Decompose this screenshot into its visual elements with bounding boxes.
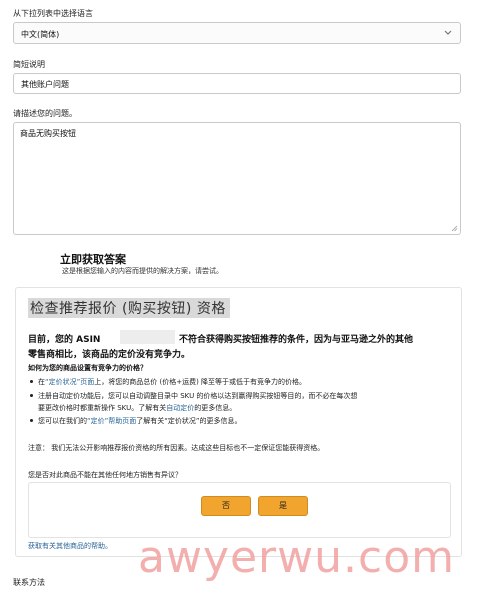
pricing-status-link[interactable]: “定价状况”页面 — [45, 378, 94, 386]
bullet-1-post: 上，将您的商品总价 (价格+运费) 降至等于或低于有竞争力的价格。 — [94, 378, 307, 386]
bullet-text-1: 在“定价状况”页面上，将您的商品总价 (价格+运费) 降至等于或低于有竞争力的价… — [38, 377, 306, 387]
other-products-help-link[interactable]: 获取有关其他商品的帮助。 — [28, 541, 112, 551]
card-text-ineligible: 不符合获得购买按钮推荐的条件，因为与亚马逊之外的其他 — [179, 335, 414, 345]
bullet — [30, 419, 33, 422]
summary-input[interactable]: 其他账户问题 — [13, 73, 461, 94]
card-question-pricing: 如何为您的商品设置有竞争力的价格？ — [28, 364, 147, 372]
no-button[interactable]: 否 — [201, 496, 251, 516]
language-select-value: 中文(简体) — [21, 30, 60, 39]
card-text-reason: 零售商相比，该商品的定价没有竞争力。 — [28, 350, 191, 360]
chevron-down-icon — [444, 30, 452, 35]
instant-answer-subtitle: 这是根据您输入的内容而提供的解决方案，请尝试。 — [62, 267, 223, 275]
bullet — [30, 380, 33, 383]
instant-answer-title: 立即获取答案 — [60, 253, 126, 266]
language-label: 从下拉列表中选择语言 — [13, 9, 93, 18]
describe-textarea[interactable]: 商品无购买按钮 — [13, 122, 461, 235]
describe-textarea-value: 商品无购买按钮 — [20, 129, 76, 138]
summary-label: 简短说明 — [13, 60, 45, 69]
bullet-2-post: 的更多信息。 — [194, 404, 237, 412]
asin-redacted — [120, 330, 175, 344]
auto-pricing-link[interactable]: 自动定价 — [166, 404, 194, 412]
bullet-3-post: 了解有关“定价状况”的更多信息。 — [136, 417, 242, 425]
card-text-asin: 目前，您的 ASIN — [28, 335, 101, 345]
bullet-text-2-line2: 要更改价格时都重新操作 SKU。了解有关自动定价的更多信息。 — [38, 403, 236, 413]
bullet — [30, 394, 33, 397]
watermark-text: awyerwu.com — [138, 532, 455, 583]
card-note: 注意： 我们无法公开影响推荐报价资格的所有因素。达成这些目标也不一定保证您能获得… — [28, 444, 325, 452]
bullet-text-3: 您可以在我们的“定价”帮助页面了解有关“定价状况”的更多信息。 — [38, 416, 242, 426]
summary-input-value: 其他账户问题 — [21, 80, 69, 89]
bullet-1-pre: 在 — [38, 378, 45, 386]
bullet-3-pre: 您可以在我们的 — [38, 417, 87, 425]
describe-label: 请描述您的问题。 — [13, 109, 77, 118]
resize-grip-icon[interactable] — [451, 225, 458, 232]
card-dispute-question: 您是否对此商品不能在其他任何地方销售有异议？ — [28, 471, 182, 479]
bullet-2-pre: 要更改价格时都重新操作 SKU。了解有关 — [38, 404, 167, 412]
response-button-box: 否 是 — [28, 482, 451, 538]
language-select[interactable]: 中文(简体) — [13, 22, 461, 44]
yes-button[interactable]: 是 — [258, 496, 308, 516]
card-title: 检查推荐报价 (购买按钮) 资格 — [28, 298, 230, 318]
bullet-text-2-line1: 注册自动定价功能后，您可以自动调整目录中 SKU 的价格以达到赢得购买按钮等目的… — [38, 392, 358, 400]
contact-method-label: 联系方法 — [13, 578, 45, 587]
answer-card: 检查推荐报价 (购买按钮) 资格 目前，您的 ASIN 不符合获得购买按钮推荐的… — [15, 287, 462, 557]
pricing-help-link[interactable]: “定价”帮助页面 — [87, 417, 136, 425]
